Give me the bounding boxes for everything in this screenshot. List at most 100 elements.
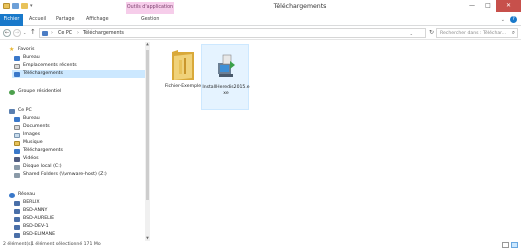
network-computer-icon <box>14 216 20 222</box>
breadcrumb-separator[interactable]: › <box>77 29 79 38</box>
nav-net-bsd-aurelie[interactable]: BSD-AURELIE <box>14 215 54 223</box>
nav-groupe-residentiel[interactable]: Groupe résidentiel <box>9 88 61 96</box>
nav-ce-pc[interactable]: Ce PC <box>9 107 32 115</box>
up-button[interactable]: ↑ <box>30 28 36 36</box>
network-computer-icon <box>14 232 20 238</box>
network-computer-icon <box>14 224 20 230</box>
quick-access-toolbar: ▾ <box>3 3 33 9</box>
file-list: Fichier-Exemple InstallHeredis2015.exe <box>151 42 521 241</box>
selection-info: 1 élément sélectionné 171 Mo <box>31 242 101 247</box>
nav-label: Groupe résidentiel <box>18 89 62 94</box>
file-name: InstallHeredis2015.exe <box>202 85 250 96</box>
nav-net-bsd-elimane[interactable]: BSD-ELIMANE <box>14 231 55 239</box>
back-button[interactable]: ← <box>3 29 11 37</box>
window-controls: — □ ✕ <box>464 0 521 12</box>
folder-icon <box>172 50 194 80</box>
documents-icon <box>14 124 20 130</box>
file-item-installheredis2015[interactable]: InstallHeredis2015.exe <box>201 44 250 110</box>
network-computer-icon <box>14 200 20 206</box>
details-view-icon[interactable] <box>502 242 509 248</box>
contextual-tab-label: Outils d'application <box>126 2 174 14</box>
nav-pc-shared-folders[interactable]: Shared Folders (\\vmware-host) (Z:) <box>14 171 107 179</box>
nav-label: Ce PC <box>18 108 32 113</box>
tab-accueil[interactable]: Accueil <box>29 14 46 26</box>
ribbon-right-controls: ⌄ ? <box>501 16 517 23</box>
breadcrumb-telechargements[interactable]: Téléchargements <box>83 29 124 38</box>
nav-label: Documents <box>23 124 50 129</box>
file-item-fichier-exemple[interactable]: Fichier-Exemple <box>159 44 207 110</box>
nav-pc-bureau[interactable]: Bureau <box>14 115 40 123</box>
close-button[interactable]: ✕ <box>496 0 521 12</box>
tab-affichage[interactable]: Affichage <box>86 14 109 26</box>
breadcrumb-ce-pc[interactable]: Ce PC <box>58 29 72 38</box>
nav-label: Bureau <box>23 55 40 60</box>
star-icon: ★ <box>9 46 15 53</box>
tab-partage[interactable]: Partage <box>56 14 74 26</box>
nav-label: Musique <box>23 140 43 145</box>
navigation-scrollbar[interactable]: ▲ ▼ <box>145 42 150 241</box>
local-disk-icon <box>14 164 20 170</box>
nav-net-bsd-anny[interactable]: BSD-ANNY <box>14 207 47 215</box>
nav-label: Favoris <box>18 47 35 52</box>
nav-pc-images[interactable]: Images <box>14 131 40 139</box>
expand-ribbon-icon[interactable]: ⌄ <box>501 17 505 23</box>
nav-label: Téléchargements <box>23 71 63 76</box>
tab-fichier[interactable]: Fichier <box>0 14 23 26</box>
nav-pc-disque-local[interactable]: Disque local (C:) <box>14 163 62 171</box>
large-icons-view-icon[interactable] <box>511 242 518 248</box>
nav-net-bsd-dev-1[interactable]: BSD-DEV-1 <box>14 223 49 231</box>
nav-pc-documents[interactable]: Documents <box>14 123 50 131</box>
item-count: 2 élément(s) <box>3 242 33 247</box>
recent-locations-icon[interactable]: ⌄ <box>23 30 26 35</box>
videos-icon <box>14 156 20 162</box>
nav-label: BERLIX <box>23 200 40 205</box>
scrollbar-thumb[interactable] <box>146 50 149 200</box>
refresh-icon[interactable]: ↻ <box>429 29 434 36</box>
help-icon[interactable]: ? <box>510 16 517 23</box>
properties-icon[interactable] <box>12 3 19 9</box>
nav-pc-telechargements[interactable]: Téléchargements <box>14 147 63 155</box>
pictures-icon <box>14 132 20 138</box>
nav-label: Vidéos <box>23 156 39 161</box>
nav-fav-emplacements-recents[interactable]: Emplacements récents <box>14 62 77 70</box>
nav-label: Téléchargements <box>23 148 63 153</box>
ribbon-tabs: Fichier Accueil Partage Affichage Gestio… <box>0 14 521 26</box>
address-dropdown-icon[interactable]: ⌄ <box>410 29 413 38</box>
navigation-pane: ★ Favoris Bureau Emplacements récents Té… <box>0 42 150 241</box>
scroll-up-icon[interactable]: ▲ <box>145 42 150 47</box>
nav-fav-telechargements[interactable]: Téléchargements <box>12 70 145 78</box>
nav-label: BSD-ANNY <box>23 208 48 213</box>
window-title: Téléchargements <box>273 3 327 10</box>
nav-pc-musique[interactable]: Musique <box>14 139 43 147</box>
minimize-button[interactable]: — <box>464 0 480 12</box>
network-drive-icon <box>14 172 20 178</box>
nav-net-berlix[interactable]: BERLIX <box>14 199 40 207</box>
nav-label: BSD-AURELIE <box>23 216 55 221</box>
nav-fav-bureau[interactable]: Bureau <box>14 54 40 62</box>
search-input[interactable]: Rechercher dans : Téléchar... ⌕ <box>436 28 518 38</box>
nav-favoris[interactable]: ★ Favoris <box>9 46 34 54</box>
new-folder-icon[interactable] <box>21 3 28 9</box>
quick-access-dropdown-icon[interactable]: ▾ <box>30 3 33 9</box>
homegroup-icon <box>9 89 15 95</box>
network-icon <box>9 192 15 198</box>
downloads-location-icon <box>42 31 48 36</box>
forward-button[interactable]: → <box>13 29 21 37</box>
address-bar[interactable]: › Ce PC › Téléchargements ⌄ <box>39 28 426 38</box>
network-computer-icon <box>14 208 20 214</box>
breadcrumb-separator[interactable]: › <box>51 29 53 38</box>
address-row: ← → ⌄ ↑ › Ce PC › Téléchargements ⌄ ↻ Re… <box>0 27 521 40</box>
desktop-icon <box>14 116 20 122</box>
desktop-icon <box>14 55 20 61</box>
music-icon <box>14 140 20 146</box>
nav-label: Shared Folders (\\vmware-host) (Z:) <box>23 172 107 177</box>
nav-label: Réseau <box>18 192 36 197</box>
nav-pc-videos[interactable]: Vidéos <box>14 155 39 163</box>
nav-reseau[interactable]: Réseau <box>9 191 35 199</box>
tab-gestion[interactable]: Gestion <box>141 14 159 26</box>
search-icon[interactable]: ⌕ <box>512 29 515 38</box>
nav-label: Disque local (C:) <box>23 164 62 169</box>
maximize-button[interactable]: □ <box>480 0 496 12</box>
downloads-icon <box>14 148 20 154</box>
recent-places-icon <box>14 63 20 69</box>
